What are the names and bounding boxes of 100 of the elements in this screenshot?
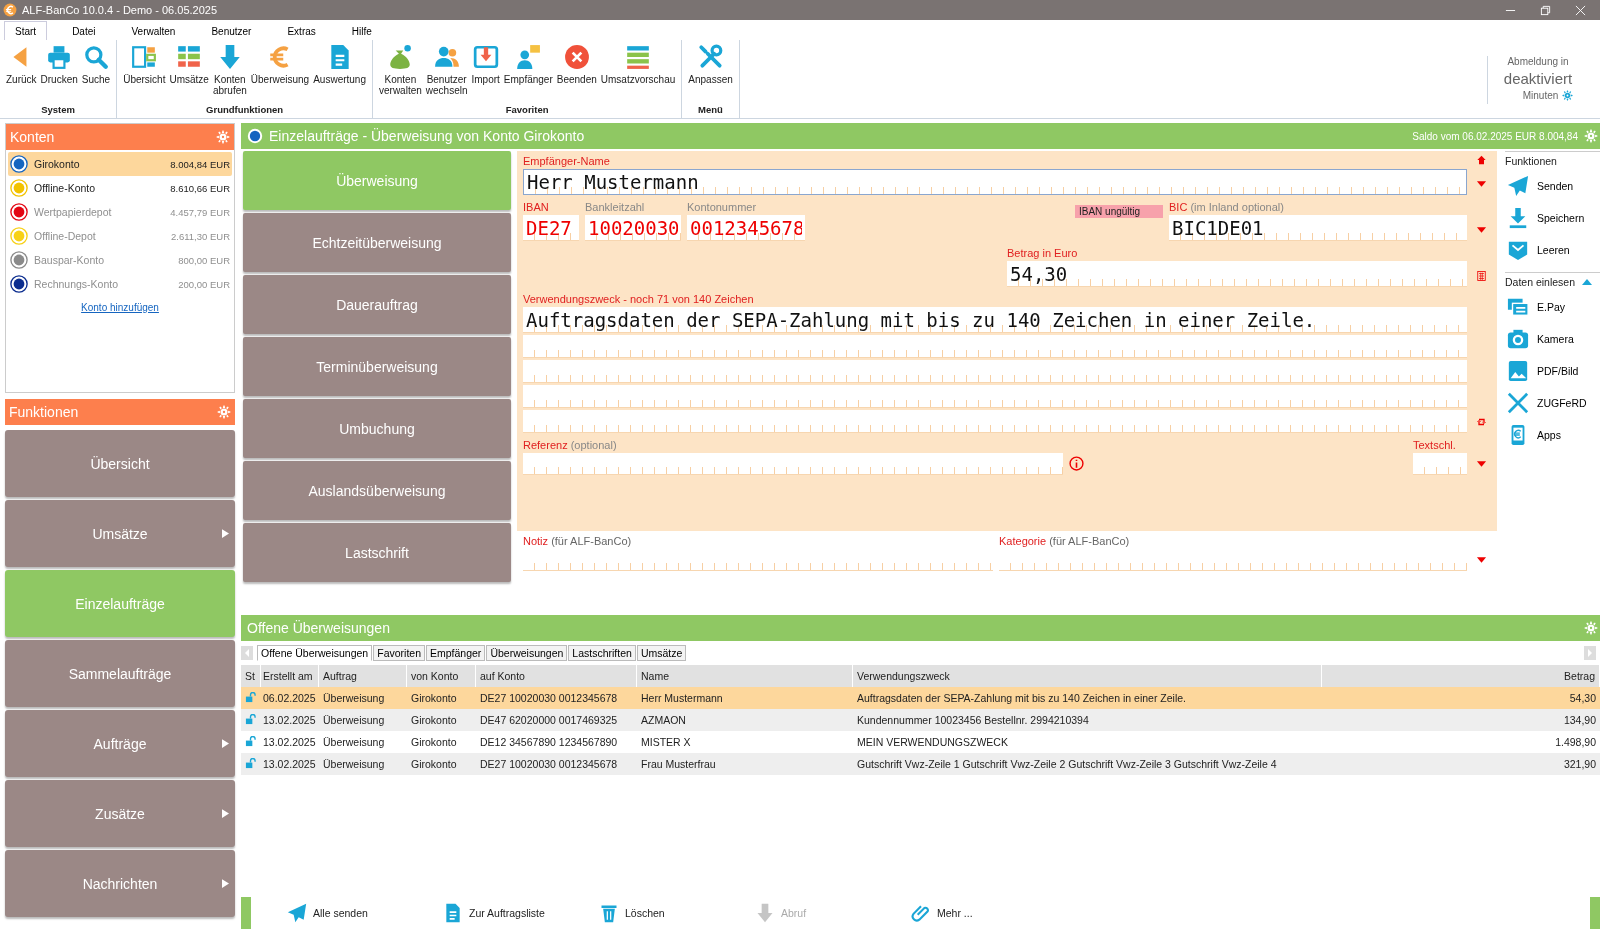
info-icon[interactable]: [1069, 456, 1084, 471]
table-cell-text: Überweisung: [322, 692, 386, 704]
ribbon-button[interactable]: Überweisung: [248, 42, 312, 104]
menu-tab[interactable]: Benutzer: [200, 21, 263, 40]
purpose-line-field[interactable]: [523, 410, 1467, 433]
text-key-field[interactable]: [1413, 453, 1467, 475]
ribbon-button[interactable]: Übersicht: [121, 42, 168, 104]
side-action-button[interactable]: E.Pay: [1505, 291, 1600, 323]
ribbon-button[interactable]: Umsatzvorschau: [598, 42, 678, 104]
table-tab[interactable]: Favoriten: [373, 645, 425, 661]
action-button[interactable]: Löschen: [599, 903, 727, 923]
panel-title: Konten: [10, 129, 55, 145]
purpose-line-field[interactable]: [523, 335, 1467, 358]
table-tab[interactable]: Lastschriften: [568, 645, 636, 661]
scroll-left-icon[interactable]: [241, 646, 253, 660]
money-bag-icon: [387, 44, 414, 70]
table-cell-text: Auftragsdaten der SEPA-Zahlung mit bis zu 140 Zeichen in einer Zeile.: [856, 692, 1187, 704]
scroll-right-icon[interactable]: [1584, 646, 1596, 660]
table-row[interactable]: 13.02.2025 Überweisung Girokonto DE12 34567890 1234567890 MISTER X MEIN VERWENDUNGSZWECK 1.498,90: [241, 731, 1600, 753]
table-tab[interactable]: Offene Überweisungen: [257, 645, 373, 661]
purpose-line-field[interactable]: Auftragsdaten der SEPA-Zahlung mit bis zu 140 Zeichen in einer Zeile.: [523, 307, 1467, 333]
ribbon-button[interactable]: Import: [469, 42, 502, 104]
settings-icon[interactable]: [1584, 129, 1598, 143]
ribbon-button[interactable]: Auswertung: [311, 42, 368, 104]
side-action-button[interactable]: Leeren: [1505, 234, 1600, 266]
side-action-button[interactable]: Speichern: [1505, 202, 1600, 234]
table-tab[interactable]: Empfänger: [426, 645, 486, 661]
panel-section-title: Daten einlesen: [1505, 276, 1576, 288]
table-row[interactable]: 06.02.2025 Überweisung Girokonto DE27 10020030 0012345678 Herr Mustermann Auftragsdaten der SEPA-Zahlung mit bis zu 140 Zeichen in einer Zeile. 54,30: [241, 687, 1600, 709]
menu-tab[interactable]: Verwalten: [120, 21, 187, 40]
ribbon-button[interactable]: Drucken: [38, 42, 80, 104]
paper-plane-icon: [1507, 175, 1529, 197]
panel-section-title: Funktionen: [1505, 155, 1557, 167]
side-action-button[interactable]: PDF/Bild: [1505, 355, 1600, 387]
paperclip-icon: [911, 903, 931, 923]
ribbon-group-label: Grundfunktionen: [206, 104, 284, 117]
purpose-line-field[interactable]: [523, 360, 1467, 383]
settings-icon[interactable]: [217, 405, 231, 419]
close-icon[interactable]: [1575, 4, 1586, 16]
ribbon-button[interactable]: Suche: [79, 42, 113, 104]
side-action-button[interactable]: Senden: [1505, 170, 1600, 202]
action-button[interactable]: Alle senden: [287, 903, 415, 923]
action-button[interactable]: Zur Auftragsliste: [443, 903, 571, 923]
table-cell-text: DE27 10020030 0012345678: [479, 758, 619, 770]
restore-icon[interactable]: [1540, 4, 1551, 16]
ribbon-button[interactable]: Anpassen: [686, 42, 735, 104]
ribbon-button[interactable]: Benutzer wechseln: [423, 42, 470, 104]
calculator-icon[interactable]: [1475, 271, 1487, 281]
ribbon-button[interactable]: Beenden: [554, 42, 599, 104]
panel-title: Funktionen: [9, 404, 79, 420]
account-row[interactable]: Offline-Konto 8.610,66 EUR: [8, 176, 232, 200]
error-badge: IBAN ungültig: [1075, 205, 1163, 218]
table-row[interactable]: 13.02.2025 Überweisung Girokonto DE47 62020000 0017469325 AZMAON Kundennummer 10023456 Bestellnr. 2994210394 134,90: [241, 709, 1600, 731]
menu-tab[interactable]: Extras: [276, 21, 327, 40]
recipient-field[interactable]: Herr Mustermann: [523, 169, 1467, 195]
download-arrow-icon: [1507, 207, 1529, 229]
action-button[interactable]: Mehr ...: [911, 903, 1039, 923]
dropdown-caret-icon[interactable]: [1475, 179, 1487, 189]
settings-icon[interactable]: [1584, 621, 1598, 635]
table-cell-text: Überweisung: [322, 714, 386, 726]
ribbon-button[interactable]: Empfänger: [501, 42, 555, 104]
iban-field[interactable]: DE27: [523, 215, 579, 241]
bank-code-field[interactable]: 10020030: [585, 215, 681, 241]
home-icon[interactable]: [1475, 155, 1487, 165]
bic-field[interactable]: BIC1DE01: [1169, 215, 1467, 241]
settings-icon[interactable]: [1562, 90, 1574, 101]
settings-icon[interactable]: [216, 130, 230, 144]
collapse-caret-icon[interactable]: [1582, 279, 1592, 285]
ribbon-button[interactable]: Umsätze: [167, 42, 211, 104]
table-row[interactable]: 13.02.2025 Überweisung Girokonto DE27 10020030 0012345678 Frau Musterfrau Gutschrift Vwz-Zeile 1 Gutschrift Vwz-Zeile 2 Gutschrift Vwz-Zeile 3 Gutschrift Vwz-Zeile 4 321,90: [241, 753, 1600, 775]
users-icon: [433, 44, 460, 70]
table-cell-text: AZMAON: [640, 714, 687, 726]
accent-bar: [241, 897, 251, 929]
table-cell-text: Kundennummer 10023456 Bestellnr. 2994210394: [856, 714, 1090, 726]
swap-icon[interactable]: [1475, 417, 1487, 427]
ribbon-button[interactable]: Konten verwalten: [377, 42, 424, 104]
add-account-link[interactable]: Konto hinzufügen: [8, 302, 232, 313]
unlocked-icon: [245, 735, 256, 747]
dropdown-caret-icon[interactable]: [1475, 225, 1487, 235]
purpose-line-field[interactable]: [523, 385, 1467, 408]
table-cell-text: DE27 10020030 0012345678: [479, 692, 619, 704]
side-action-button[interactable]: Kamera: [1505, 323, 1600, 355]
menu-tab[interactable]: Hilfe: [340, 21, 383, 40]
account-balance: 200,00 EUR: [178, 278, 230, 290]
table-tab[interactable]: Überweisungen: [486, 645, 568, 661]
table-cell-text: 13.02.2025: [262, 736, 317, 748]
dropdown-caret-icon[interactable]: [1475, 459, 1487, 469]
menu-tab[interactable]: Start: [4, 21, 48, 40]
side-action-button[interactable]: ZUGFeRD: [1505, 387, 1600, 419]
table-tab[interactable]: Umsätze: [636, 645, 687, 661]
account-row[interactable]: Girokonto 8.004,84 EUR: [8, 152, 232, 176]
dropdown-caret-icon[interactable]: [1475, 555, 1487, 565]
amount-field[interactable]: 54,30: [1007, 261, 1467, 287]
ribbon-button[interactable]: Zurück: [4, 42, 39, 104]
menu-tab[interactable]: Datei: [61, 21, 107, 40]
ribbon-button[interactable]: Konten abrufen: [210, 42, 249, 104]
side-action-button[interactable]: Apps: [1505, 419, 1600, 451]
field-label: IBAN: [523, 201, 550, 213]
document-icon: [443, 903, 463, 923]
reference-field[interactable]: [523, 453, 1063, 475]
